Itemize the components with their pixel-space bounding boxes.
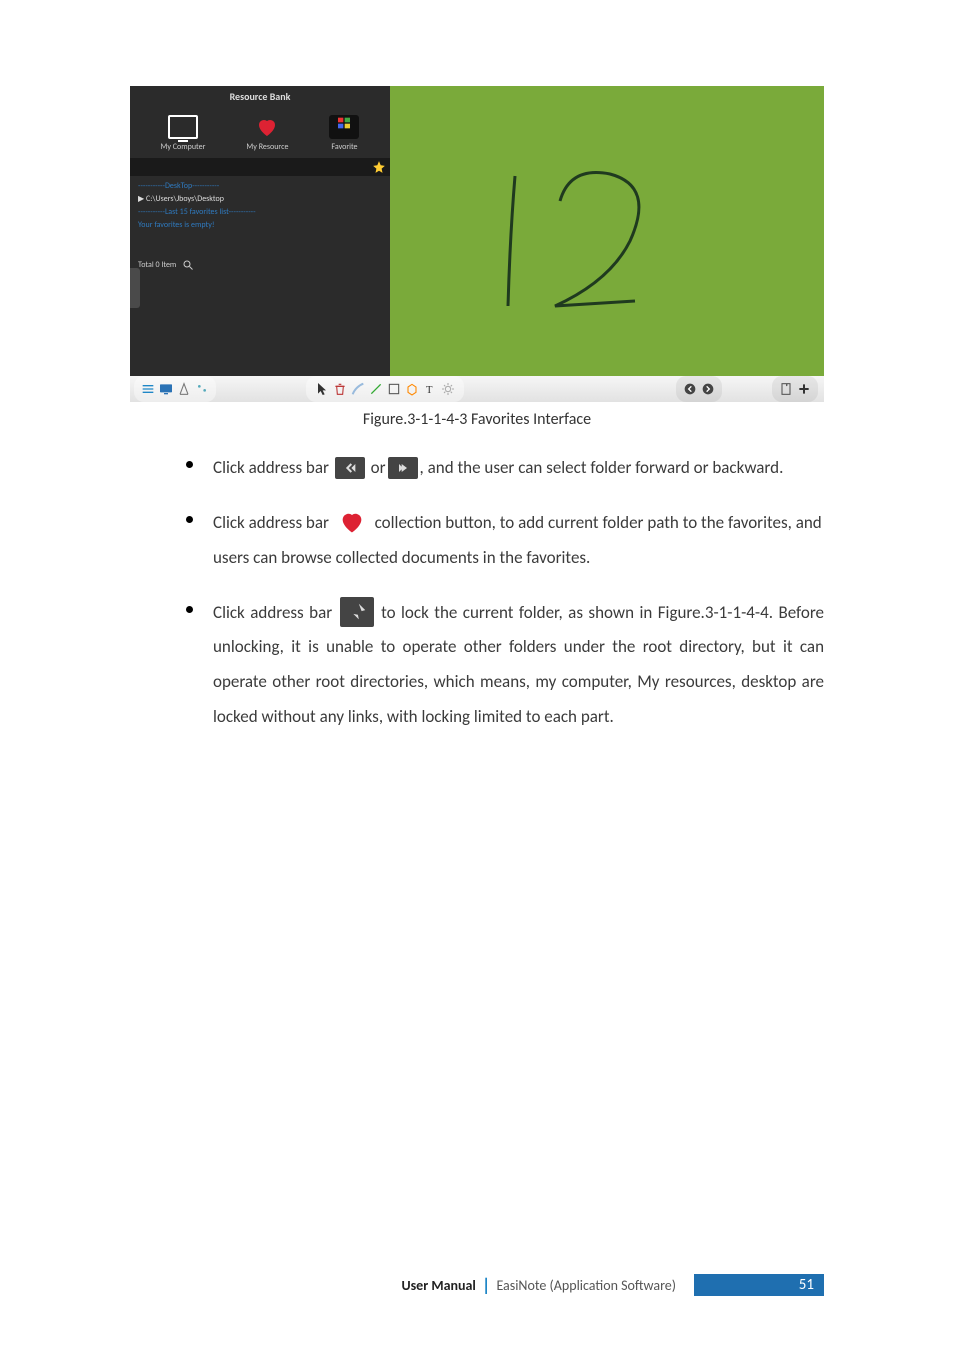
favorites-interface-screenshot: Resource Bank My Computer My Resource [130, 86, 824, 402]
pin-icon [340, 597, 374, 627]
resource-bank-panel: Resource Bank My Computer My Resource [130, 86, 390, 376]
text-icon[interactable]: T [422, 381, 438, 397]
bullet-dot [186, 516, 193, 523]
line-icon[interactable] [368, 381, 384, 397]
star-icon [372, 160, 386, 174]
plus-icon[interactable] [796, 381, 812, 397]
bullet-dot [186, 606, 193, 613]
heart-icon [335, 508, 369, 536]
path-row[interactable]: ▶ C:\Users\Jboys\Desktop [138, 193, 382, 206]
group-last-favorites: -----------Last 15 favorites list-------… [138, 206, 382, 219]
side-pull-tab[interactable] [130, 268, 140, 308]
monitor-icon[interactable] [158, 381, 174, 397]
tab-my-resource[interactable]: My Resource [246, 115, 288, 152]
heart-icon [252, 115, 282, 139]
total-label: Total 0 Item [138, 260, 176, 270]
bottom-toolbar: T [130, 376, 824, 402]
bullet-2-text: Click address bar collection button, to … [213, 506, 824, 576]
svg-text:T: T [426, 385, 433, 396]
back-arrow-icon [335, 457, 365, 479]
gear-icon[interactable] [440, 381, 456, 397]
bullet-dot [186, 461, 193, 468]
tab-label: My Resource [246, 142, 288, 152]
redo-icon[interactable] [700, 381, 716, 397]
address-bar[interactable] [130, 158, 390, 176]
panel-title: Resource Bank [130, 86, 390, 107]
undo-icon[interactable] [682, 381, 698, 397]
total-row: Total 0 Item [130, 256, 390, 274]
footer-app-name: EasiNote (Application Software) [496, 1277, 676, 1294]
footer-user-manual: User Manual [401, 1277, 475, 1294]
menu-icon[interactable] [140, 381, 156, 397]
tab-label: Favorite [331, 142, 357, 152]
sparkle-icon[interactable] [194, 381, 210, 397]
tab-label: My Computer [161, 142, 206, 152]
forward-arrow-icon [388, 457, 418, 479]
tab-my-computer[interactable]: My Computer [161, 115, 206, 152]
search-icon[interactable] [182, 259, 194, 271]
tab-favorite[interactable]: Favorite [329, 115, 359, 152]
shape-icon[interactable] [386, 381, 402, 397]
windows-flag-icon [329, 115, 359, 139]
favorites-list: -----------DeskTop----------- ▶ C:\Users… [130, 176, 390, 236]
footer-separator: | [482, 1274, 491, 1296]
trash-icon[interactable] [332, 381, 348, 397]
page-footer: User Manual | EasiNote (Application Soft… [0, 1274, 954, 1296]
handwritten-12 [460, 146, 680, 326]
page-icon[interactable] [778, 381, 794, 397]
cursor-icon[interactable] [314, 381, 330, 397]
bullet-3-text: Click address bar to lock the current fo… [213, 596, 824, 735]
empty-message: Your favorites is empty! [138, 219, 382, 232]
bullet-1-text: Click address bar or, and the user can s… [213, 451, 783, 486]
cube-icon[interactable] [404, 381, 420, 397]
brush-icon[interactable] [350, 381, 366, 397]
figure-caption: Figure.3-1-1-4-3 Favorites Interface [130, 410, 824, 429]
compass-icon[interactable] [176, 381, 192, 397]
monitor-icon [168, 115, 198, 139]
group-desktop: -----------DeskTop----------- [138, 180, 382, 193]
page-number: 51 [694, 1274, 824, 1296]
